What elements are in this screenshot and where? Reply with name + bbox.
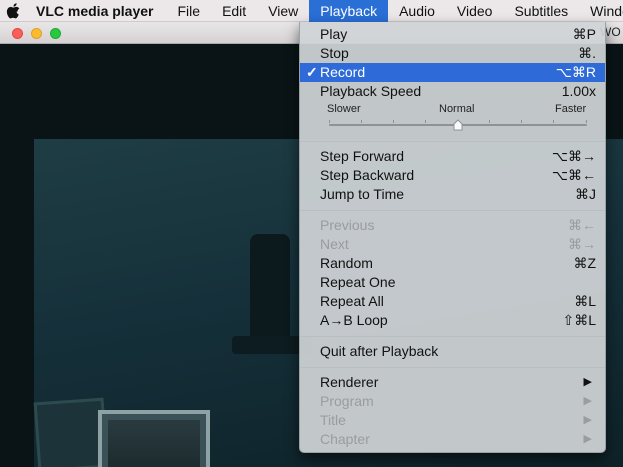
menu-item-shortcut: ⌘J <box>575 186 596 202</box>
menu-item-label: Play <box>320 26 348 42</box>
menu-item-label: Step Forward <box>320 148 405 164</box>
menu-item-step-forward[interactable]: Step Forward ⌥⌘→ <box>300 147 605 166</box>
close-window-button[interactable] <box>12 28 23 39</box>
slider-tick <box>586 120 587 123</box>
menu-item-playback-speed: Playback Speed 1.00x <box>300 82 605 101</box>
menu-item-record[interactable]: ✓ Record ⌥⌘R <box>300 63 605 82</box>
menu-playback[interactable]: Playback <box>309 0 389 22</box>
playback-speed-value: 1.00x <box>561 83 596 99</box>
menu-subtitles[interactable]: Subtitles <box>503 0 579 22</box>
menu-item-ab-loop[interactable]: A→B Loop ⇧⌘L <box>300 311 605 330</box>
menu-item-label: Renderer <box>320 374 379 390</box>
speed-normal-label: Normal <box>439 103 475 115</box>
menu-item-quit-after-playback[interactable]: Quit after Playback <box>300 342 605 361</box>
slider-tick <box>553 120 554 123</box>
menu-item-step-backward[interactable]: Step Backward ⌥⌘← <box>300 166 605 185</box>
menu-item-random[interactable]: Random ⌘Z <box>300 254 605 273</box>
submenu-arrow-icon: ▶ <box>583 395 592 407</box>
menu-audio[interactable]: Audio <box>388 0 446 22</box>
menu-item-shortcut: ⌘L <box>574 293 596 309</box>
menu-item-next: Next ⌘→ <box>300 235 605 254</box>
menu-item-shortcut: ⇧⌘L <box>562 312 596 328</box>
menu-item-renderer[interactable]: Renderer ▶ <box>300 373 605 392</box>
slider-tick <box>489 120 490 123</box>
menu-item-label: Next <box>320 236 349 252</box>
slider-tick <box>425 120 426 123</box>
menu-item-label: Playback Speed <box>320 83 422 99</box>
menu-item-shortcut: ⌥⌘→ <box>551 148 596 164</box>
menu-separator <box>300 367 605 368</box>
menu-separator <box>300 336 605 337</box>
menu-item-shortcut: ⌘Z <box>573 255 596 271</box>
menu-video[interactable]: Video <box>446 0 504 22</box>
menu-item-repeat-one[interactable]: Repeat One <box>300 273 605 292</box>
menu-item-shortcut: ⌘P <box>572 26 596 42</box>
menu-item-label: Jump to Time <box>320 186 405 202</box>
app-menu[interactable]: VLC media player <box>36 0 165 22</box>
speed-faster-label: Faster <box>555 103 587 115</box>
menu-item-shortcut: ⌥⌘R <box>555 64 596 80</box>
menu-window[interactable]: Window <box>579 0 623 22</box>
slider-tick <box>361 120 362 123</box>
slider-tick <box>521 120 522 123</box>
menu-item-program: Program ▶ <box>300 392 605 411</box>
submenu-arrow-icon: ▶ <box>583 376 592 388</box>
menu-file[interactable]: File <box>167 0 212 22</box>
video-photo-frame <box>98 410 210 467</box>
menu-item-shortcut: ⌥⌘← <box>551 167 596 183</box>
menu-item-label: Random <box>320 255 373 271</box>
menu-item-label: A→B Loop <box>320 312 388 328</box>
submenu-arrow-icon: ▶ <box>583 433 592 445</box>
menu-separator <box>300 141 605 142</box>
menu-item-previous: Previous ⌘← <box>300 216 605 235</box>
menu-item-label: Chapter <box>320 431 370 447</box>
checkmark-icon: ✓ <box>306 64 318 80</box>
submenu-arrow-icon: ▶ <box>583 414 592 426</box>
menu-item-label: Step Backward <box>320 167 415 183</box>
menu-item-label: Quit after Playback <box>320 343 439 359</box>
menu-item-label: Program <box>320 393 374 409</box>
slider-tick <box>393 120 394 123</box>
menu-item-stop[interactable]: Stop ⌘. <box>300 44 605 63</box>
menu-item-chapter: Chapter ▶ <box>300 430 605 449</box>
speed-slower-label: Slower <box>327 103 361 115</box>
playback-menu: Play ⌘P Stop ⌘. ✓ Record ⌥⌘R Playback Sp… <box>299 22 606 453</box>
slider-thumb[interactable] <box>453 118 463 131</box>
menu-item-label: Record <box>320 64 366 80</box>
menu-edit[interactable]: Edit <box>211 0 257 22</box>
menu-item-label: Stop <box>320 45 349 61</box>
menu-item-label: Repeat One <box>320 274 396 290</box>
menu-view[interactable]: View <box>257 0 309 22</box>
menu-item-title: Title ▶ <box>300 411 605 430</box>
menu-item-shortcut: ⌘← <box>568 217 596 233</box>
slider-tick <box>329 120 330 123</box>
menu-item-label: Title <box>320 412 346 428</box>
minimize-window-button[interactable] <box>31 28 42 39</box>
menu-item-jump-to-time[interactable]: Jump to Time ⌘J <box>300 185 605 204</box>
zoom-window-button[interactable] <box>50 28 61 39</box>
menu-bar: VLC media player File Edit View Playback… <box>0 0 623 22</box>
menu-item-shortcut: ⌘. <box>578 45 596 61</box>
menu-item-repeat-all[interactable]: Repeat All ⌘L <box>300 292 605 311</box>
menu-separator <box>300 210 605 211</box>
menu-item-shortcut: ⌘→ <box>568 236 596 252</box>
menu-item-play[interactable]: Play ⌘P <box>300 25 605 44</box>
apple-logo-icon[interactable] <box>6 2 20 19</box>
menu-item-label: Repeat All <box>320 293 384 309</box>
menu-item-label: Previous <box>320 217 375 233</box>
